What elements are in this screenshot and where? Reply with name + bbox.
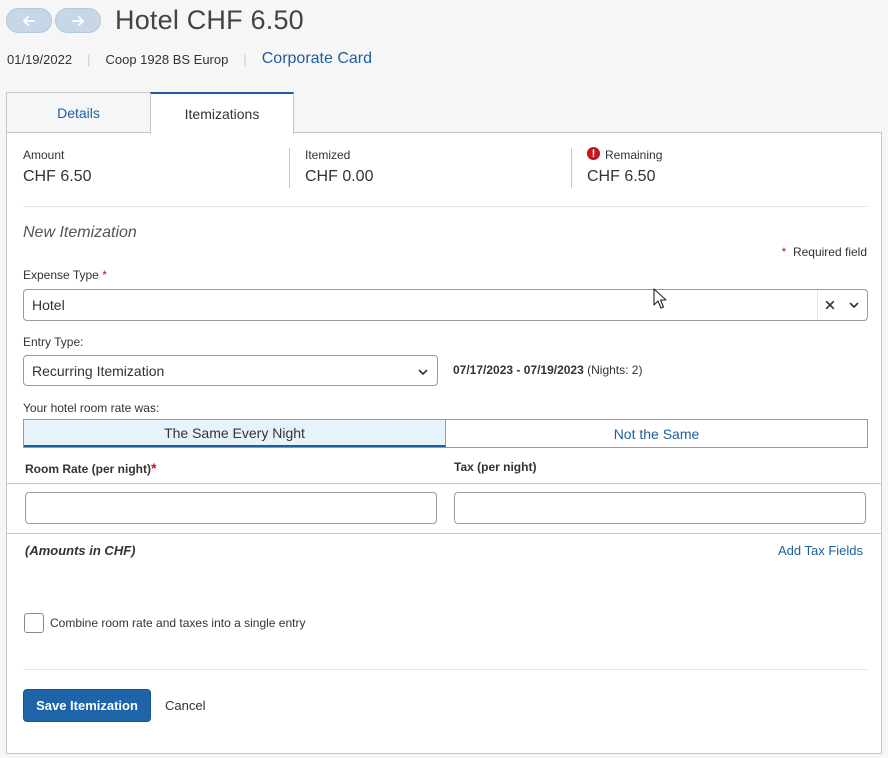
amount-label: Amount bbox=[23, 148, 65, 162]
divider bbox=[23, 669, 867, 670]
tab-itemizations[interactable]: Itemizations bbox=[150, 92, 294, 134]
room-rate-toggle-group: The Same Every Night Not the Same bbox=[23, 419, 868, 448]
save-itemization-button[interactable]: Save Itemization bbox=[23, 689, 151, 722]
required-field-note: * Required field bbox=[782, 245, 867, 259]
itemizations-panel: Amount CHF 6.50 Itemized CHF 0.00 ! Rema… bbox=[6, 132, 882, 754]
combine-entry-checkbox[interactable] bbox=[24, 613, 44, 633]
room-rate-label: Room Rate (per night) bbox=[25, 462, 151, 476]
room-rate-question: Your hotel room rate was: bbox=[23, 401, 160, 415]
close-icon[interactable] bbox=[825, 300, 835, 310]
tax-input[interactable] bbox=[454, 492, 866, 524]
required-star: * bbox=[151, 460, 157, 476]
entry-type-value: Recurring Itemization bbox=[32, 362, 165, 379]
itemized-label: Itemized bbox=[305, 148, 351, 162]
nights-count: (Nights: 2) bbox=[587, 363, 643, 377]
toggle-not-the-same[interactable]: Not the Same bbox=[446, 420, 867, 447]
chevron-down-icon[interactable] bbox=[848, 299, 860, 311]
entry-type-select[interactable]: Recurring Itemization bbox=[23, 355, 438, 386]
expense-date: 01/19/2022 bbox=[7, 51, 73, 67]
tab-details[interactable]: Details bbox=[6, 92, 151, 133]
meta-separator: | bbox=[87, 51, 91, 67]
chevron-down-icon bbox=[418, 369, 428, 375]
page-title: Hotel CHF 6.50 bbox=[115, 5, 304, 35]
combine-entry-row: Combine room rate and taxes into a singl… bbox=[24, 613, 305, 633]
back-button[interactable] bbox=[6, 8, 52, 33]
itemized-summary: Itemized CHF 0.00 bbox=[305, 148, 373, 186]
stay-date-range: 07/17/2023 - 07/19/2023 (Nights: 2) bbox=[453, 363, 642, 377]
meta-separator: | bbox=[243, 51, 247, 67]
mouse-cursor-icon bbox=[653, 288, 667, 309]
amount-summary: Amount CHF 6.50 bbox=[23, 148, 91, 186]
forward-button[interactable] bbox=[55, 8, 101, 33]
amounts-currency-note: (Amounts in CHF) bbox=[25, 543, 136, 558]
divider bbox=[7, 483, 881, 484]
room-rate-input[interactable] bbox=[25, 492, 437, 524]
itemized-value: CHF 0.00 bbox=[305, 168, 374, 185]
add-tax-fields-link[interactable]: Add Tax Fields bbox=[778, 543, 863, 558]
entry-type-label: Entry Type: bbox=[23, 335, 84, 349]
arrow-right-icon bbox=[72, 15, 84, 26]
expense-type-select[interactable]: Hotel bbox=[23, 289, 868, 321]
expense-itemization-page: Hotel CHF 6.50 01/19/2022 | Coop 1928 BS… bbox=[0, 0, 888, 758]
vendor-name: Coop 1928 BS Europ bbox=[105, 51, 229, 67]
itemization-summary: Amount CHF 6.50 Itemized CHF 0.00 ! Rema… bbox=[7, 133, 881, 207]
arrow-left-icon bbox=[23, 15, 35, 26]
date-range-text: 07/17/2023 - 07/19/2023 bbox=[453, 363, 584, 377]
payment-type-link[interactable]: Corporate Card bbox=[262, 50, 372, 68]
room-rate-header: Room Rate (per night)* bbox=[25, 460, 156, 476]
required-note-text: Required field bbox=[792, 245, 867, 259]
header: Hotel CHF 6.50 01/19/2022 | Coop 1928 BS… bbox=[0, 0, 888, 92]
amount-value: CHF 6.50 bbox=[23, 168, 92, 185]
remaining-summary: ! Remaining CHF 6.50 bbox=[587, 147, 663, 186]
required-star: * bbox=[102, 268, 107, 282]
tax-header: Tax (per night) bbox=[454, 460, 537, 474]
remaining-value: CHF 6.50 bbox=[587, 168, 656, 185]
section-title: New Itemization bbox=[23, 224, 137, 241]
summary-divider bbox=[571, 148, 572, 188]
required-star: * bbox=[781, 245, 787, 259]
exclamation-icon: ! bbox=[587, 147, 600, 160]
summary-divider bbox=[289, 148, 290, 188]
expense-meta: 01/19/2022 | Coop 1928 BS Europ | Corpor… bbox=[7, 50, 372, 68]
divider bbox=[7, 533, 881, 534]
combine-entry-label: Combine room rate and taxes into a singl… bbox=[50, 616, 306, 630]
divider bbox=[23, 206, 867, 207]
expense-type-label: Expense Type bbox=[23, 268, 99, 282]
expense-type-label-wrap: Expense Type * bbox=[23, 268, 107, 282]
remaining-label: Remaining bbox=[605, 148, 663, 162]
cancel-button[interactable]: Cancel bbox=[165, 698, 205, 713]
expense-type-value: Hotel bbox=[32, 297, 65, 313]
toggle-same-every-night[interactable]: The Same Every Night bbox=[24, 420, 446, 447]
